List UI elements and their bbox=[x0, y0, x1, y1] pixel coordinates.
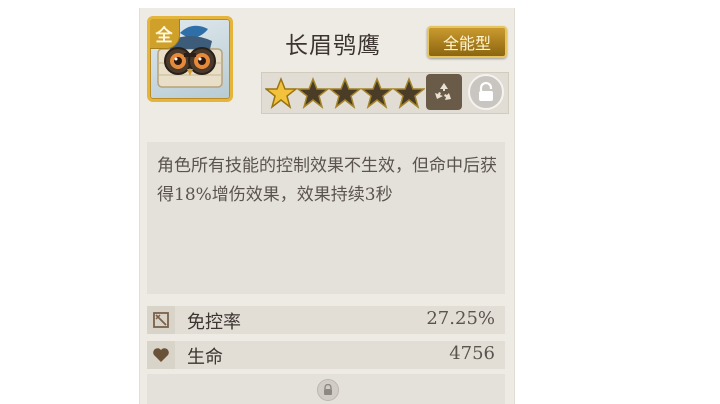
stat-label: 生命 bbox=[187, 347, 223, 368]
stat-row-health: 生命 4756 bbox=[147, 341, 505, 369]
rarity-badge: 全 bbox=[150, 19, 180, 49]
star-empty-icon bbox=[393, 77, 425, 109]
star-empty-icon bbox=[297, 77, 329, 109]
slot-lock-icon bbox=[317, 379, 339, 401]
hero-detail-panel: 全 长眉鸮鹰 全能型 角色所有技能的控制效果不生效，但命中后获得18%增伤效果，… bbox=[139, 8, 515, 404]
heart-icon bbox=[147, 341, 175, 369]
stat-value: 27.25% bbox=[426, 308, 495, 329]
recycle-button[interactable] bbox=[426, 74, 462, 110]
star-empty-icon bbox=[329, 77, 361, 109]
control-immunity-icon bbox=[147, 306, 175, 334]
lock-button[interactable] bbox=[468, 74, 504, 110]
star-filled-icon bbox=[265, 77, 297, 109]
stat-value: 4756 bbox=[449, 343, 495, 364]
hero-name: 长眉鸮鹰 bbox=[285, 33, 381, 59]
stat-row-control-immunity: 免控率 27.25% bbox=[147, 306, 505, 334]
recycle-icon bbox=[435, 83, 451, 100]
star-empty-icon bbox=[361, 77, 393, 109]
hero-type-button[interactable]: 全能型 bbox=[427, 26, 507, 58]
lock-icon bbox=[479, 82, 493, 101]
stat-label: 免控率 bbox=[187, 312, 241, 333]
skill-description: 角色所有技能的控制效果不生效，但命中后获得18%增伤效果，效果持续3秒 bbox=[157, 156, 497, 205]
hero-portrait[interactable]: 全 bbox=[147, 16, 233, 102]
